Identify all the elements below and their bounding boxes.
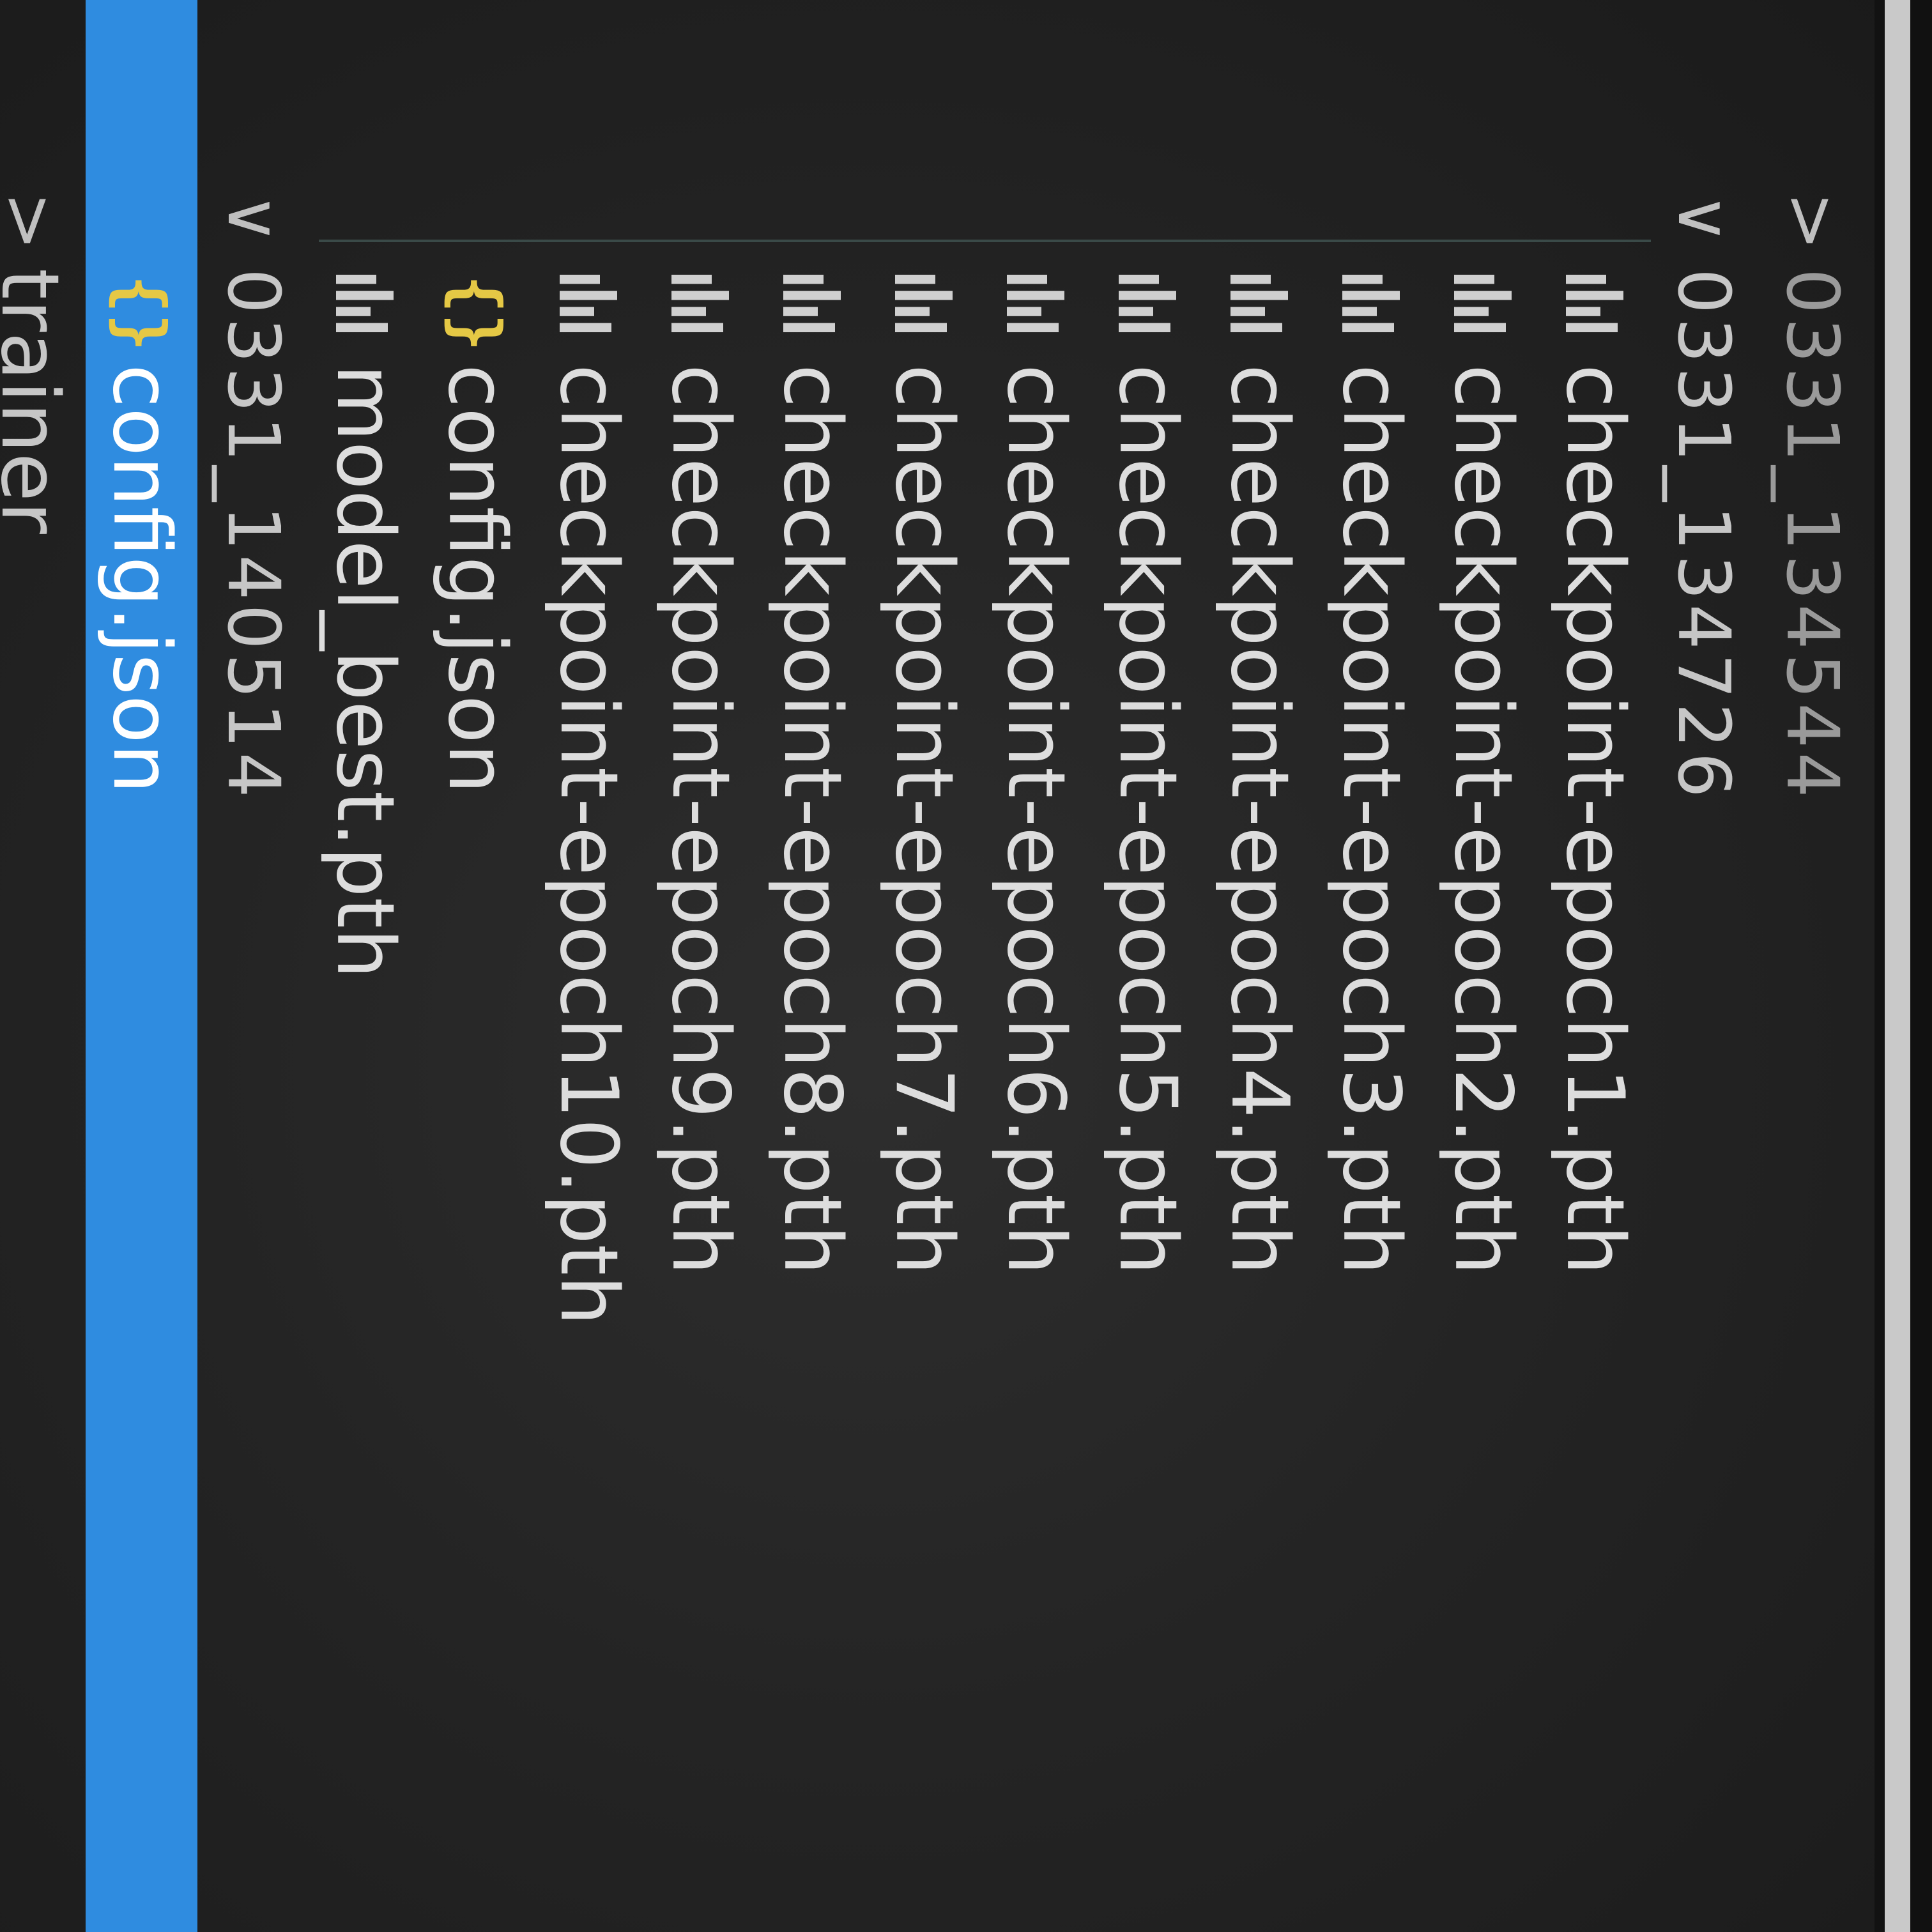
file-label: checkpoint-epoch2.pth: [1437, 364, 1529, 1275]
file-checkpoint-epoch6[interactable]: checkpoint-epoch6.pth: [980, 0, 1092, 1932]
folder-0331-134726[interactable]: ∨ 0331_134726: [1648, 0, 1759, 1932]
file-config-json[interactable]: {} config.json: [421, 0, 533, 1932]
file-label: checkpoint-epoch9.pth: [654, 364, 747, 1275]
editor-divider: [1885, 0, 1910, 1932]
file-checkpoint-epoch2[interactable]: checkpoint-epoch2.pth: [1427, 0, 1539, 1932]
file-config-json-selected[interactable]: {} config.json: [86, 0, 197, 1932]
file-checkpoint-epoch7[interactable]: checkpoint-epoch7.pth: [868, 0, 980, 1932]
binary-file-icon: [336, 275, 394, 332]
folder-0331-134544[interactable]: > 0331_134544: [1756, 0, 1868, 1932]
binary-file-icon: [560, 275, 618, 332]
file-label: checkpoint-epoch7.pth: [878, 364, 970, 1275]
folder-label: 0331_140514: [211, 268, 295, 802]
folder-label: 0331_134726: [1662, 268, 1745, 802]
file-checkpoint-epoch3[interactable]: checkpoint-epoch3.pth: [1315, 0, 1427, 1932]
binary-file-icon: [1342, 275, 1400, 332]
file-label: checkpoint-epoch1.pth: [1549, 364, 1641, 1275]
folder-label: 0331_134544: [1770, 268, 1854, 802]
file-label: checkpoint-epoch4.pth: [1213, 364, 1306, 1275]
photo-stage: > 0331_134544 ∨ 0331_134726 checkpoint-e…: [0, 0, 1932, 1932]
file-label: checkpoint-epoch10.pth: [542, 364, 635, 1326]
folder-0331-140514[interactable]: ∨ 0331_140514: [197, 0, 309, 1932]
json-braces-icon: {}: [440, 275, 514, 352]
file-checkpoint-epoch1[interactable]: checkpoint-epoch1.pth: [1539, 0, 1651, 1932]
binary-file-icon: [1119, 275, 1177, 332]
folder-trainer[interactable]: > trainer: [0, 0, 86, 1932]
folder-label: trainer: [0, 268, 76, 534]
file-label: checkpoint-epoch8.pth: [766, 364, 859, 1275]
json-braces-icon: {}: [104, 275, 179, 352]
file-explorer-panel: > 0331_134544 ∨ 0331_134726 checkpoint-e…: [0, 0, 1932, 1932]
binary-file-icon: [1230, 275, 1289, 332]
file-checkpoint-epoch8[interactable]: checkpoint-epoch8.pth: [756, 0, 868, 1932]
binary-file-icon: [895, 275, 953, 332]
chevron-down-icon[interactable]: ∨: [1663, 192, 1745, 249]
file-checkpoint-epoch9[interactable]: checkpoint-epoch9.pth: [645, 0, 756, 1932]
file-checkpoint-epoch5[interactable]: checkpoint-epoch5.pth: [1092, 0, 1204, 1932]
binary-file-icon: [1566, 275, 1624, 332]
chevron-right-icon[interactable]: >: [0, 192, 71, 250]
file-label: config.json: [95, 364, 188, 794]
chevron-down-icon[interactable]: ∨: [213, 192, 295, 249]
editor-edge: [1910, 0, 1932, 1932]
file-checkpoint-epoch4[interactable]: checkpoint-epoch4.pth: [1204, 0, 1315, 1932]
file-label: model_best.pth: [319, 364, 411, 979]
file-label: checkpoint-epoch6.pth: [990, 364, 1082, 1275]
chevron-right-icon[interactable]: >: [1772, 192, 1853, 254]
file-checkpoint-epoch10[interactable]: checkpoint-epoch10.pth: [533, 0, 645, 1932]
file-label: config.json: [431, 364, 523, 794]
binary-file-icon: [1454, 275, 1512, 332]
file-model-best[interactable]: model_best.pth: [309, 0, 421, 1932]
binary-file-icon: [1007, 275, 1065, 332]
file-label: checkpoint-epoch5.pth: [1101, 364, 1194, 1275]
file-label: checkpoint-epoch3.pth: [1325, 364, 1418, 1275]
binary-file-icon: [783, 275, 841, 332]
binary-file-icon: [671, 275, 730, 332]
